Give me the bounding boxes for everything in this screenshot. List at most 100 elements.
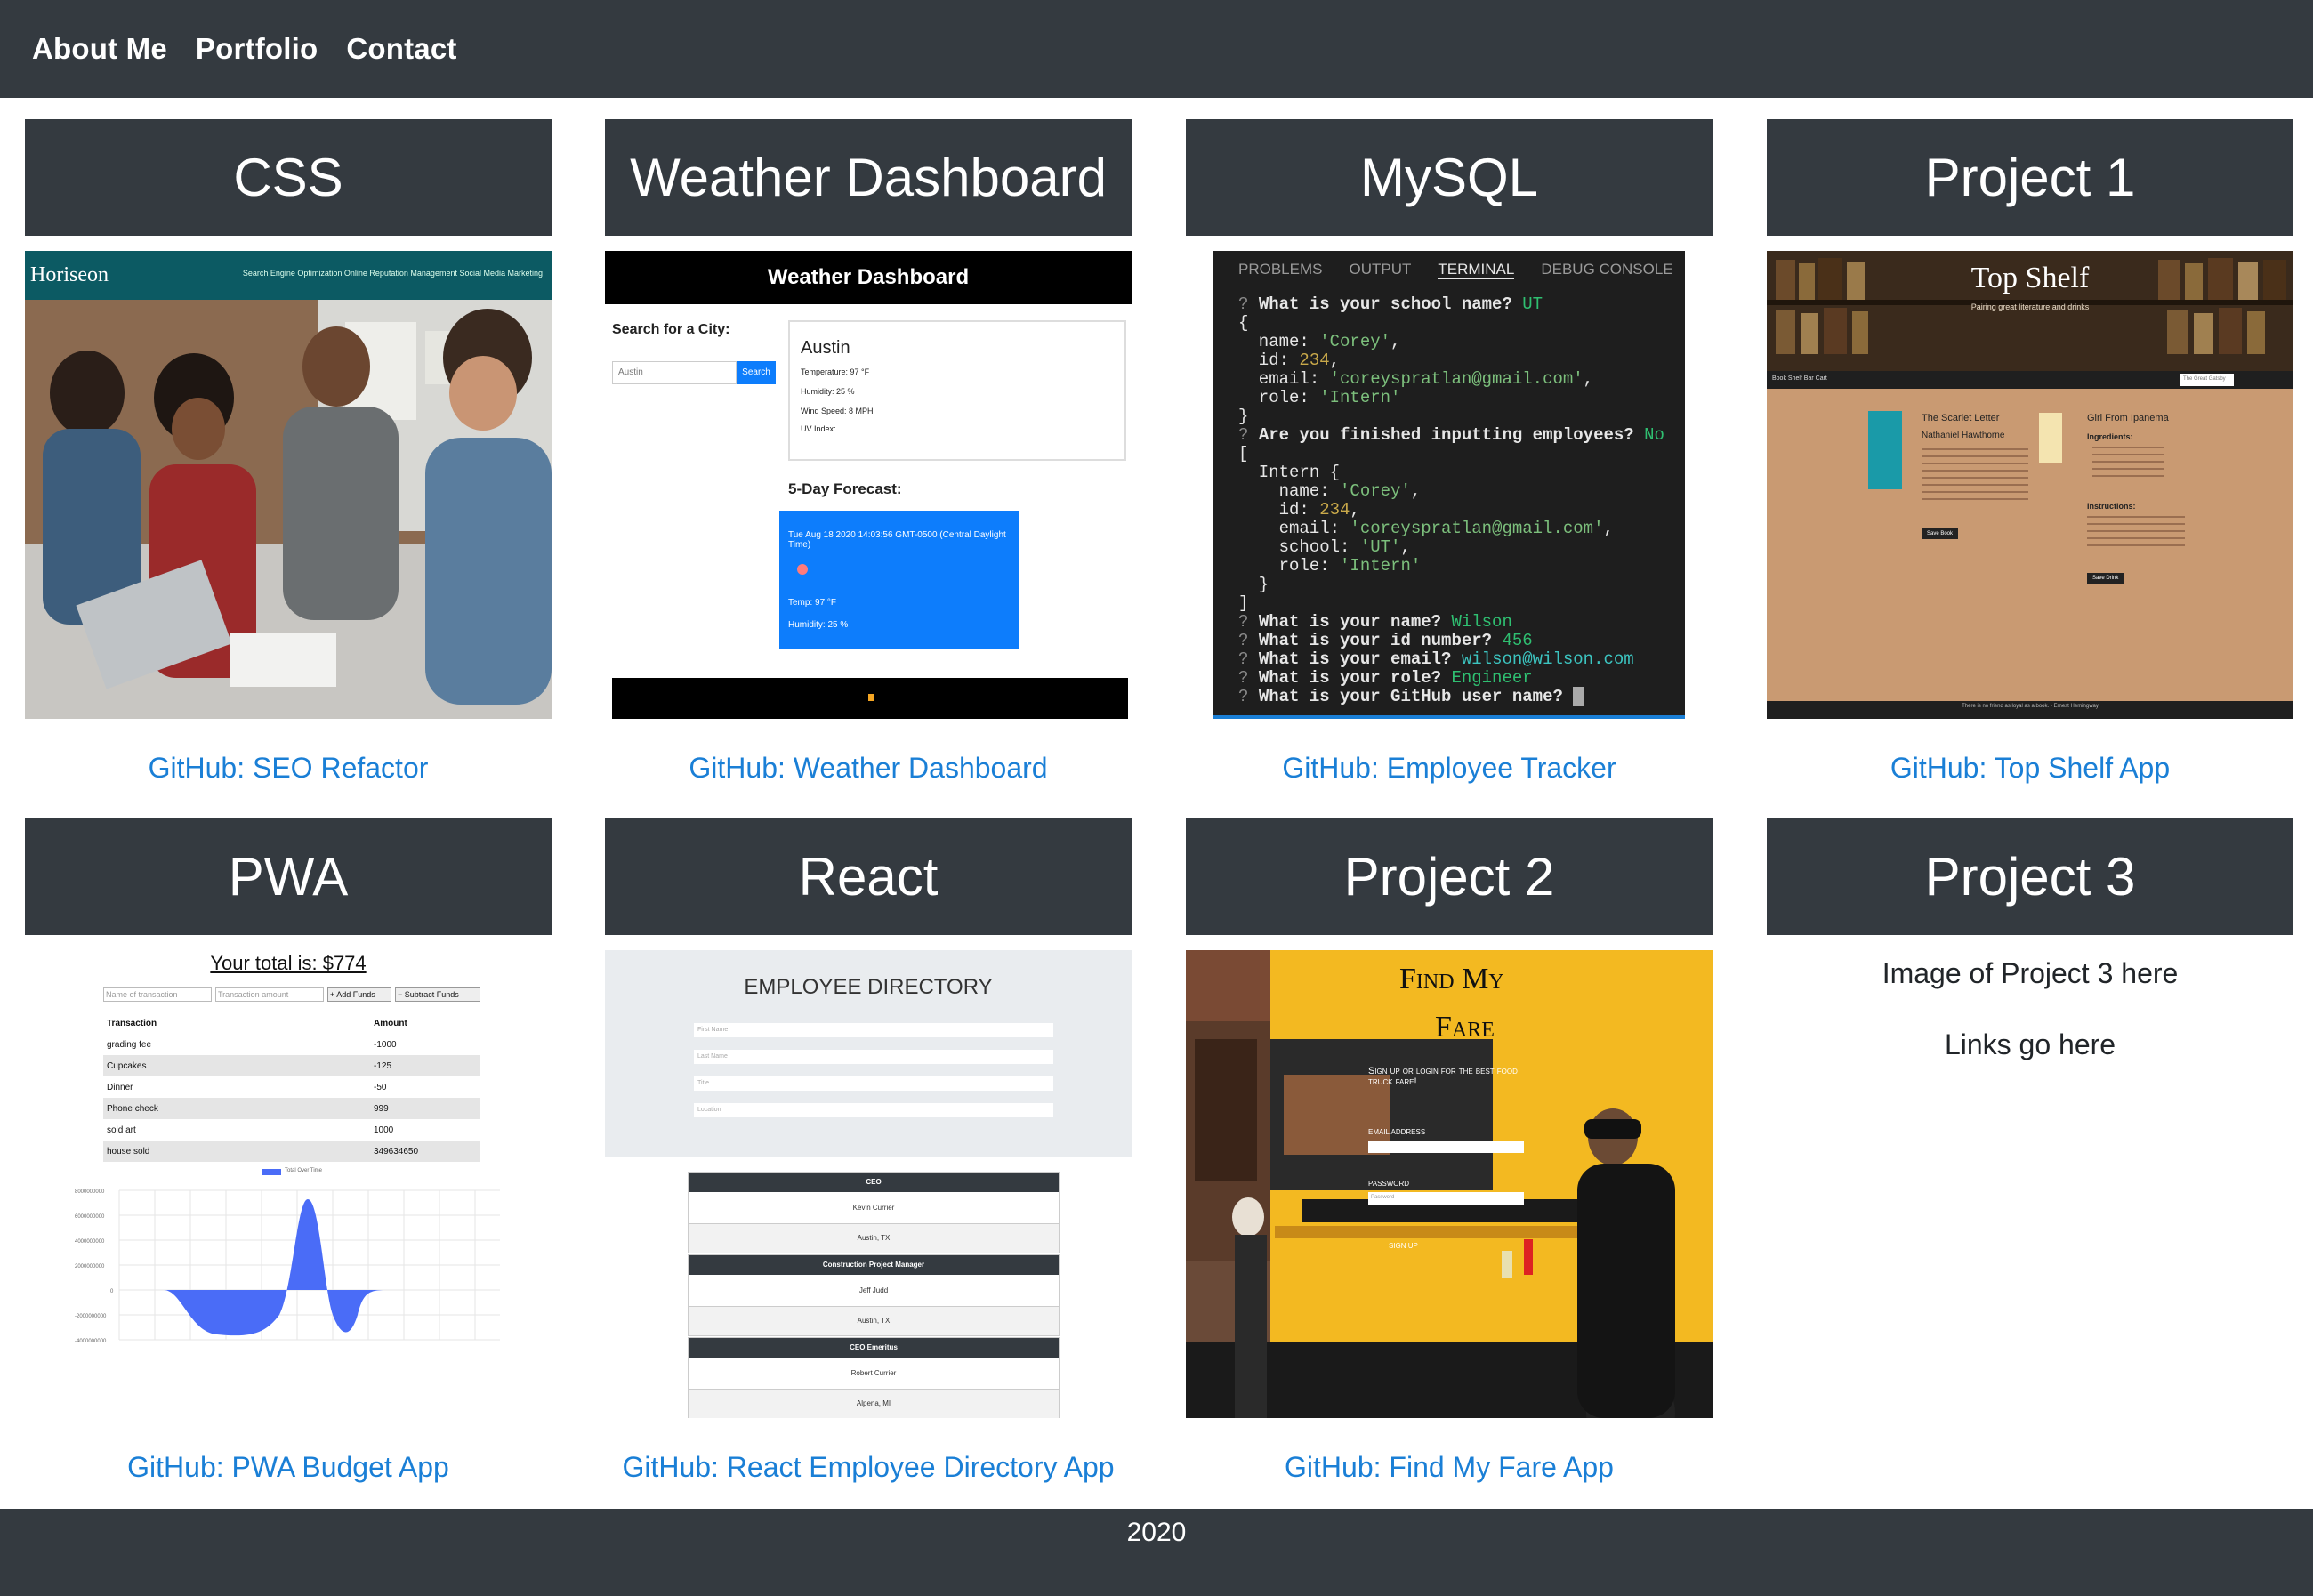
- pwa-name-input: Name of transaction: [103, 987, 212, 1002]
- nav-portfolio[interactable]: Portfolio: [196, 32, 318, 66]
- navbar: About Me Portfolio Contact: [0, 0, 2313, 98]
- github-link-employee-tracker[interactable]: GitHub: Employee Tracker: [1186, 752, 1713, 785]
- fare-email-input: [1368, 1141, 1524, 1153]
- pwa-cell: sold art: [107, 1124, 136, 1135]
- project-card-project-1: Project 1: [1767, 119, 2293, 236]
- pwa-cell: Cupcakes: [107, 1060, 147, 1071]
- project-screenshot-pwa: Your total is: $774 Name of transaction …: [75, 948, 502, 1384]
- pwa-col-transaction: Transaction: [107, 1018, 157, 1028]
- fare-subtitle: Sign up or login for the best food truck…: [1368, 1066, 1518, 1087]
- nav-contact[interactable]: Contact: [346, 32, 456, 66]
- shelf-footer: There is no friend as loyal as a book. -…: [1767, 701, 2293, 719]
- pwa-cell: 349634650: [374, 1146, 419, 1157]
- project-screenshot-react: EMPLOYEE DIRECTORY First Name Last Name …: [605, 950, 1132, 1418]
- weather-city: Austin: [801, 338, 850, 358]
- ingredients-list: [2092, 447, 2164, 482]
- pwa-cell: -1000: [374, 1039, 397, 1050]
- employee-role: CEO: [689, 1173, 1059, 1192]
- tab-problems: PROBLEMS: [1238, 261, 1323, 278]
- book-cover: [1868, 411, 1902, 489]
- project-card-project-3: Project 3: [1767, 818, 2293, 935]
- project-screenshot-find-my-fare: Find My Fare Sign up or login for the be…: [1186, 950, 1713, 1418]
- nav-about-me[interactable]: About Me: [32, 32, 167, 66]
- project-screenshot-top-shelf: Top Shelf Pairing great literature and d…: [1767, 251, 2293, 719]
- weather-icon: [868, 694, 874, 701]
- site-nav: Search Engine Optimization Online Reputa…: [242, 269, 543, 278]
- pwa-cell: grading fee: [107, 1039, 152, 1050]
- forecast-temp: Temp: 97 °F: [788, 598, 837, 608]
- pwa-cell: house sold: [107, 1146, 150, 1157]
- project-card-react: React: [605, 818, 1132, 935]
- project-screenshot-css: Horiseon Search Engine Optimization Onli…: [25, 251, 552, 719]
- drink-instructions: Instructions:: [2087, 502, 2136, 511]
- pwa-table: Transaction Amount grading fee -1000 Cupc…: [103, 1012, 480, 1162]
- employee-card: CEO Emeritus Robert Currier Alpena, MI: [688, 1337, 1060, 1418]
- forecast-humidity: Humidity: 25 %: [788, 620, 849, 630]
- github-link-top-shelf[interactable]: GitHub: Top Shelf App: [1767, 752, 2293, 785]
- weather-uv: UV Index:: [801, 424, 836, 433]
- github-link-weather-dashboard[interactable]: GitHub: Weather Dashboard: [605, 752, 1132, 785]
- react-field-title: Title: [694, 1076, 1053, 1091]
- employee-name: Jeff Judd: [689, 1275, 1059, 1307]
- fare-signup-button: SIGN UP: [1389, 1242, 1418, 1250]
- card-title: Project 2: [1186, 818, 1713, 935]
- employee-card: Construction Project Manager Jeff Judd A…: [688, 1254, 1060, 1336]
- github-link-find-my-fare[interactable]: GitHub: Find My Fare App: [1186, 1451, 1713, 1484]
- shelf-nav-links: Book Shelf Bar Cart: [1772, 375, 1827, 382]
- employee-location: Austin, TX: [689, 1307, 1059, 1335]
- weather-search-button: Search: [737, 361, 776, 384]
- pwa-legend: Total Over Time: [285, 1168, 323, 1173]
- card-title: Project 3: [1767, 818, 2293, 935]
- github-link-seo-refactor[interactable]: GitHub: SEO Refactor: [25, 752, 552, 785]
- shelf-title: Top Shelf: [1970, 262, 2090, 294]
- save-book-button: Save Book: [1922, 528, 1959, 539]
- pwa-total: Your total is: $774: [210, 952, 367, 974]
- fare-title-line2: Fare: [1435, 1011, 1495, 1044]
- save-drink-button: Save Drink: [2087, 573, 2124, 584]
- instructions-text: [2087, 516, 2185, 546]
- svg-text:-4000000000: -4000000000: [75, 1339, 107, 1344]
- weather-forecast-title: 5-Day Forecast:: [788, 480, 902, 497]
- project-3-links-placeholder: Links go here: [1944, 1028, 2116, 1060]
- weather-footer: [612, 678, 1128, 719]
- weather-forecast-card: Tue Aug 18 2020 14:03:56 GMT-0500 (Centr…: [779, 511, 1019, 649]
- project-card-mysql: MySQL: [1186, 119, 1713, 236]
- pwa-cell: Phone check: [107, 1103, 158, 1114]
- svg-text:6000000000: 6000000000: [75, 1214, 105, 1220]
- office-photo: [25, 300, 552, 719]
- github-link-react-employee-directory[interactable]: GitHub: React Employee Directory App: [605, 1451, 1132, 1484]
- project-card-weather: Weather Dashboard: [605, 119, 1132, 236]
- pwa-col-amount: Amount: [374, 1018, 407, 1028]
- forecast-date: Tue Aug 18 2020 14:03:56 GMT-0500 (Centr…: [788, 530, 1006, 550]
- footer: 2020: [0, 1509, 2313, 1596]
- card-title: React: [605, 818, 1132, 935]
- react-field-last-name: Last Name: [694, 1050, 1053, 1064]
- project-screenshot-weather: Weather Dashboard Search for a City: Aus…: [605, 251, 1132, 719]
- weather-temp: Temperature: 97 °F: [801, 367, 870, 376]
- book-title: The Scarlet Letter: [1922, 413, 2000, 423]
- react-title: EMPLOYEE DIRECTORY: [744, 975, 993, 999]
- drink-image: [2039, 413, 2062, 463]
- svg-text:8000000000: 8000000000: [75, 1189, 105, 1195]
- project-card-css: CSS: [25, 119, 552, 236]
- pwa-cell: -125: [374, 1060, 392, 1071]
- employee-role: CEO Emeritus: [689, 1338, 1059, 1358]
- pwa-legend-swatch: [262, 1169, 281, 1175]
- project-3-image-placeholder: Image of Project 3 here: [1882, 957, 2179, 989]
- fare-password-input: Password: [1368, 1192, 1524, 1205]
- weather-wind: Wind Speed: 8 MPH: [801, 407, 874, 415]
- fare-title-line1: Find My: [1399, 963, 1504, 995]
- fare-email-label: EMAIL ADDRESS: [1368, 1128, 1426, 1136]
- book-description: [1922, 448, 2028, 504]
- github-link-pwa-budget[interactable]: GitHub: PWA Budget App: [25, 1451, 552, 1484]
- project-card-project-2: Project 2: [1186, 818, 1713, 935]
- employee-name: Robert Currier: [689, 1358, 1059, 1390]
- employee-card: CEO Kevin Currier Austin, TX: [688, 1172, 1060, 1253]
- weather-current-card: Austin Temperature: 97 °F Humidity: 25 %…: [788, 320, 1126, 461]
- pwa-amount-input: Transaction amount: [215, 987, 324, 1002]
- drink-title: Girl From Ipanema: [2087, 413, 2169, 423]
- svg-text:-2000000000: -2000000000: [75, 1314, 107, 1319]
- employee-role: Construction Project Manager: [689, 1255, 1059, 1275]
- card-title: Weather Dashboard: [605, 119, 1132, 236]
- footer-year: 2020: [1126, 1518, 1187, 1547]
